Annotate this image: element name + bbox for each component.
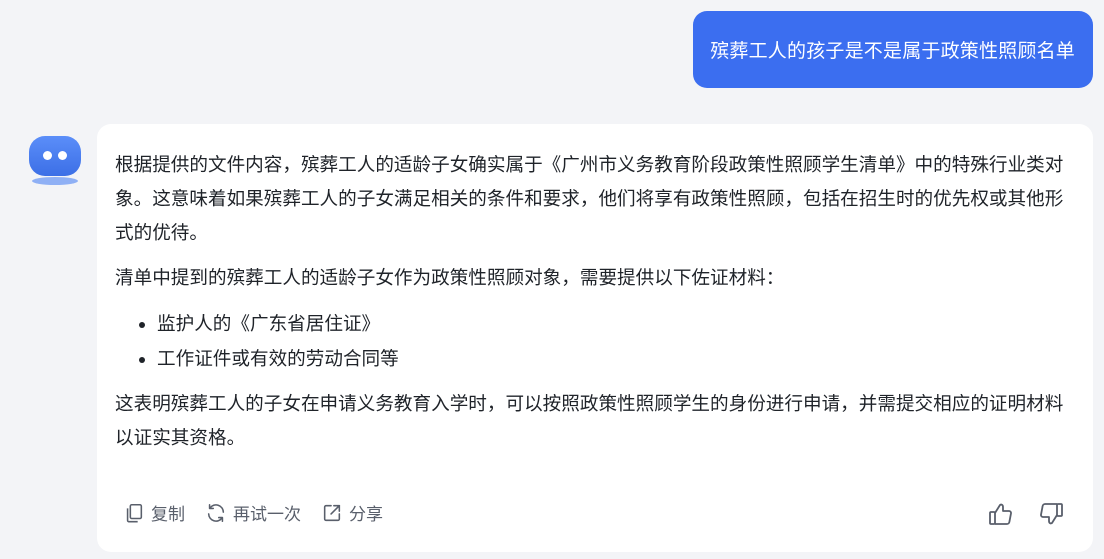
copy-icon bbox=[126, 503, 143, 522]
retry-button[interactable]: 再试一次 bbox=[205, 500, 301, 525]
avatar-head bbox=[29, 136, 81, 176]
list-item: 监护人的《广东省居住证》 bbox=[137, 307, 1071, 342]
thumbs-down-icon bbox=[1040, 503, 1063, 525]
feedback-buttons bbox=[987, 500, 1065, 528]
chat-page: 殡葬工人的孩子是不是属于政策性照顾名单 根据提供的文件内容，殡葬工人的适龄子女确… bbox=[0, 0, 1104, 559]
avatar-shadow bbox=[32, 177, 78, 185]
dislike-button[interactable] bbox=[1037, 500, 1065, 528]
copy-label: 复制 bbox=[151, 505, 185, 525]
refresh-icon bbox=[207, 503, 225, 522]
thumbs-up-icon bbox=[989, 503, 1012, 525]
like-button[interactable] bbox=[987, 500, 1015, 528]
answer-list: 监护人的《广东省居住证》 工作证件或有效的劳动合同等 bbox=[115, 307, 1071, 377]
answer-paragraph-3: 这表明殡葬工人的子女在申请义务教育入学时，可以按照政策性照顾学生的身份进行申请，… bbox=[115, 394, 1064, 449]
share-button[interactable]: 分享 bbox=[321, 500, 383, 525]
assistant-answer-card: 根据提供的文件内容，殡葬工人的适龄子女确实属于《广州市义务教育阶段政策性照顾学生… bbox=[97, 124, 1093, 552]
copy-button[interactable]: 复制 bbox=[123, 500, 185, 525]
answer-paragraph-1: 根据提供的文件内容，殡葬工人的适龄子女确实属于《广州市义务教育阶段政策性照顾学生… bbox=[115, 155, 1064, 244]
share-label: 分享 bbox=[349, 505, 383, 525]
answer-actions: 复制 再试一次 分享 bbox=[123, 500, 383, 525]
assistant-avatar bbox=[29, 136, 81, 186]
answer-paragraph-2: 清单中提到的殡葬工人的适龄子女作为政策性照顾对象，需要提供以下佐证材料： bbox=[115, 268, 785, 289]
avatar-right-eye bbox=[58, 151, 67, 160]
user-message-bubble: 殡葬工人的孩子是不是属于政策性照顾名单 bbox=[693, 11, 1093, 88]
user-message-text: 殡葬工人的孩子是不是属于政策性照顾名单 bbox=[710, 40, 1075, 62]
share-icon bbox=[323, 504, 341, 521]
avatar-left-eye bbox=[43, 151, 52, 160]
retry-label: 再试一次 bbox=[233, 505, 301, 525]
list-item: 工作证件或有效的劳动合同等 bbox=[137, 342, 1071, 377]
